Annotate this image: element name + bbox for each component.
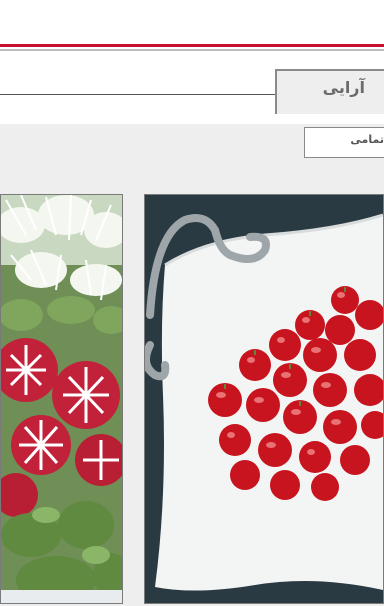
cherry-tomato-image	[145, 195, 383, 603]
header-area	[0, 0, 384, 44]
red-rule	[0, 44, 384, 47]
subtitle-text: تمامی	[350, 133, 384, 146]
title-underline	[0, 94, 282, 95]
subtitle-box[interactable]: تمامی	[304, 127, 384, 158]
section-title-tab[interactable]: آرایی	[275, 69, 384, 114]
cherry-tomato-photo	[144, 194, 384, 604]
section-title: آرایی	[322, 78, 365, 97]
radish-flower-photo	[0, 194, 123, 604]
radish-flower-image	[1, 195, 122, 603]
gray-rule	[0, 49, 384, 51]
